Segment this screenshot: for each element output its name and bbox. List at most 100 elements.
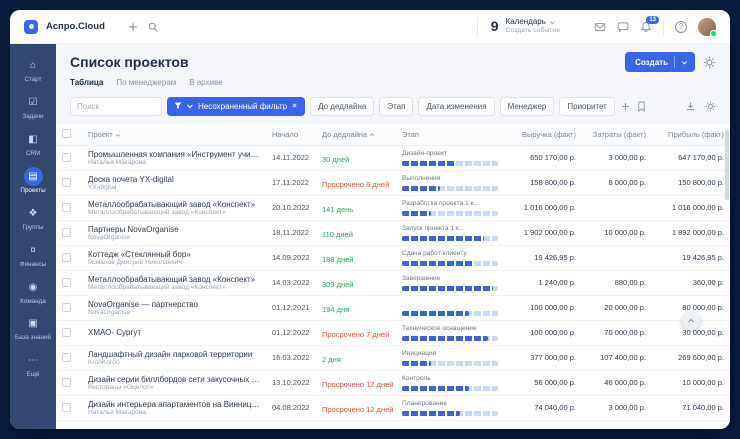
- stage-label: Сдача работ клиенту: [402, 250, 498, 259]
- filter-chip[interactable]: Приоритет: [559, 97, 614, 116]
- tab[interactable]: Таблица: [70, 78, 103, 87]
- stage-label: Разработка проекта 1 к...: [402, 200, 498, 209]
- search-input[interactable]: [70, 97, 162, 116]
- project-client: KronKoron: [88, 359, 260, 366]
- sidebar-item-icon: ¤: [24, 241, 43, 260]
- row-checkbox[interactable]: [62, 178, 71, 187]
- profit-value: 269 600,00 р.: [652, 345, 730, 370]
- chevron-up-icon: [687, 317, 695, 325]
- bookmark-icon[interactable]: [636, 101, 647, 112]
- clear-filter-icon[interactable]: [291, 102, 298, 111]
- scroll-widget[interactable]: [682, 312, 700, 330]
- create-event-link[interactable]: Создать событие: [506, 27, 560, 35]
- column-header-costs[interactable]: Затраты (факт): [582, 124, 652, 145]
- table-row[interactable]: Ландшафтный дизайн парковой территории K…: [56, 345, 730, 370]
- sidebar-item[interactable]: ⌂ Старт: [11, 52, 55, 88]
- sidebar-item[interactable]: ◉ Команда: [11, 274, 55, 310]
- filter-chip[interactable]: До дедлайна: [310, 97, 374, 116]
- row-checkbox[interactable]: [62, 253, 71, 262]
- project-name[interactable]: Доска почета YX-digital: [88, 175, 260, 184]
- stage-progress-bar: [402, 161, 498, 166]
- row-checkbox[interactable]: [62, 378, 71, 387]
- mail-icon[interactable]: [594, 21, 606, 33]
- table-row[interactable]: Металлообрабатывающий завод «Конспект» М…: [56, 195, 730, 220]
- project-name[interactable]: NovaOrganise — партнерство: [88, 300, 260, 309]
- deadline-status: 141 день: [322, 205, 353, 214]
- sidebar-item[interactable]: ¤ Финансы: [11, 237, 55, 273]
- calendar-widget[interactable]: 9 Календарь Создать событие: [477, 17, 560, 35]
- page-title: Список проектов: [70, 54, 189, 70]
- topbar: Аспро.Cloud 9 Календарь Создать событие: [10, 10, 730, 44]
- revenue-value: 56 000,00 р.: [504, 370, 582, 395]
- sidebar-item[interactable]: ◧ CRM: [11, 126, 55, 162]
- column-header-start[interactable]: Начало: [266, 124, 316, 145]
- vertical-scrollbar[interactable]: [725, 124, 729, 429]
- table-row[interactable]: ХМАО- Сургут 01.12.2022 Просрочено 7 дне…: [56, 320, 730, 345]
- row-checkbox[interactable]: [62, 303, 71, 312]
- row-checkbox[interactable]: [62, 328, 71, 337]
- table-row[interactable]: Промышленная компания «Инструмент учител…: [56, 145, 730, 170]
- revenue-value: 19 426,95 р.: [504, 245, 582, 270]
- project-client: Рестораны «Оцелот»: [88, 384, 260, 391]
- row-checkbox[interactable]: [62, 153, 71, 162]
- quick-add-button[interactable]: [127, 21, 139, 33]
- download-icon[interactable]: [685, 101, 696, 112]
- project-client: Металлообрабатывающий завод «Конспект»: [88, 284, 260, 291]
- user-avatar[interactable]: [698, 18, 716, 36]
- column-header-deadline[interactable]: До дедлайна: [316, 124, 396, 145]
- table-row[interactable]: Партнеры NovaOrganise NovaOrganise 18.11…: [56, 220, 730, 245]
- column-header-stage[interactable]: Этап: [396, 124, 504, 145]
- table-row[interactable]: Дизайн серии биллбордов сети закусочных …: [56, 370, 730, 395]
- table-row[interactable]: Коттедж «Стеклянный бор» Романов Дмитрий…: [56, 245, 730, 270]
- table-settings-gear-icon[interactable]: [705, 101, 716, 112]
- project-name[interactable]: Металлообрабатывающий завод «Конспект»: [88, 200, 260, 209]
- row-checkbox[interactable]: [62, 203, 71, 212]
- column-header-profit[interactable]: Прибыль (факт): [652, 124, 730, 145]
- project-name[interactable]: Промышленная компания «Инструмент учител…: [88, 150, 260, 159]
- notifications-bell-icon[interactable]: 13: [640, 21, 652, 33]
- calendar-label[interactable]: Календарь: [506, 17, 546, 27]
- project-name[interactable]: Металлообрабатывающий завод «Конспект»: [88, 275, 260, 284]
- row-checkbox[interactable]: [62, 228, 71, 237]
- profit-value: 19 426,95 р.: [652, 245, 730, 270]
- sidebar-item-label: Ещё: [27, 372, 40, 379]
- sidebar-item[interactable]: ▣ База знаний: [11, 310, 55, 346]
- tab[interactable]: В архиве: [189, 78, 222, 87]
- select-all-checkbox[interactable]: [62, 129, 71, 138]
- filter-chip[interactable]: Этап: [379, 97, 413, 116]
- sidebar-item[interactable]: ☑ Задачи: [11, 89, 55, 125]
- project-name[interactable]: Дизайн серии биллбордов сети закусочных …: [88, 375, 260, 384]
- sidebar-item[interactable]: ▤ Проекты: [11, 163, 55, 199]
- project-name[interactable]: Дизайн интерьера апартаментов на Винницк…: [88, 400, 260, 409]
- tab[interactable]: По менеджерам: [116, 78, 176, 87]
- table-row[interactable]: Доска почета YX-digital YX-digital 17.11…: [56, 170, 730, 195]
- help-icon[interactable]: ?: [675, 21, 687, 33]
- search-icon[interactable]: [147, 21, 159, 33]
- row-checkbox[interactable]: [62, 403, 71, 412]
- stage-label: Инициация: [402, 350, 498, 359]
- table-row[interactable]: NovaOrganise — партнерство NovaOrganise …: [56, 295, 730, 320]
- row-checkbox[interactable]: [62, 278, 71, 287]
- active-filter-pill[interactable]: Несохраненный фильтр: [167, 97, 305, 116]
- revenue-value: 158 800,00 р.: [504, 170, 582, 195]
- sidebar-item-icon: ◉: [24, 278, 43, 297]
- table-row[interactable]: Дизайн интерьера апартаментов на Винницк…: [56, 395, 730, 420]
- project-name[interactable]: ХМАО- Сургут: [88, 328, 260, 337]
- filter-chip[interactable]: Менеджер: [500, 97, 555, 116]
- table-row[interactable]: Металлообрабатывающий завод «Конспект» М…: [56, 270, 730, 295]
- row-checkbox[interactable]: [62, 353, 71, 362]
- chevron-down-icon: [115, 132, 121, 138]
- scrollbar-thumb[interactable]: [725, 130, 729, 200]
- add-filter-icon[interactable]: [620, 101, 631, 112]
- sidebar-item[interactable]: ❖ Группы: [11, 200, 55, 236]
- create-button[interactable]: Создать: [625, 52, 695, 72]
- page-settings-gear-icon[interactable]: [703, 56, 716, 69]
- sidebar-item[interactable]: ⋯ Ещё: [11, 347, 55, 383]
- project-name[interactable]: Коттедж «Стеклянный бор»: [88, 250, 260, 259]
- filter-chip[interactable]: Дата изменения: [418, 97, 494, 116]
- chat-icon[interactable]: [617, 21, 629, 33]
- project-name[interactable]: Ландшафтный дизайн парковой территории: [88, 350, 260, 359]
- column-header-revenue[interactable]: Выручка (факт): [504, 124, 582, 145]
- project-name[interactable]: Партнеры NovaOrganise: [88, 225, 260, 234]
- column-header-project[interactable]: Проект: [82, 124, 266, 145]
